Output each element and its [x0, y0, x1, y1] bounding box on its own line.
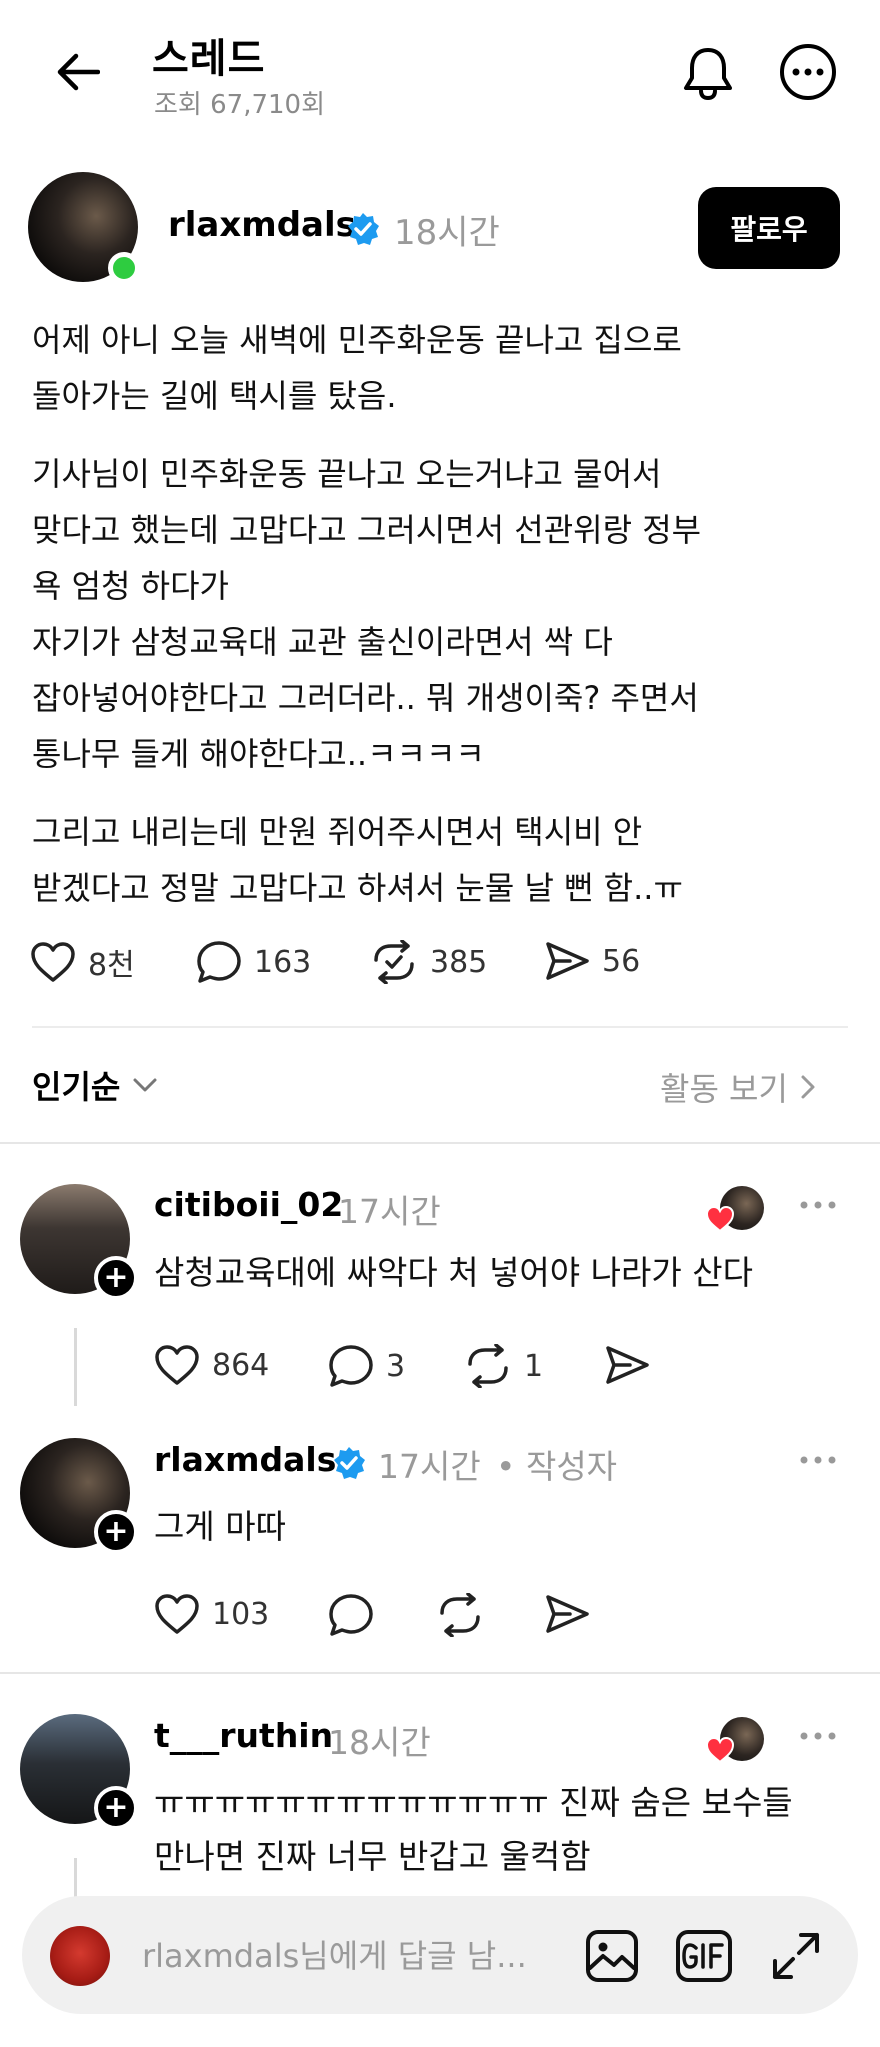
post-paragraph: 어제 아니 오늘 새벽에 민주화운동 끝나고 집으로 돌아가는 길에 택시를 탔… — [32, 321, 682, 415]
author-username[interactable]: rlaxmdals — [168, 205, 356, 245]
like-button[interactable]: 8천 — [30, 940, 135, 984]
send-icon — [546, 1595, 589, 1633]
repost-icon — [468, 1344, 508, 1388]
red-heart-icon — [706, 1737, 734, 1763]
follow-button[interactable]: 팔로우 — [698, 187, 840, 269]
follow-plus-button[interactable]: + — [94, 1786, 138, 1830]
view-count: 조회 67,710회 — [154, 90, 325, 120]
comment-bubble-icon — [329, 1594, 373, 1636]
view-activity-link[interactable]: 활동 보기 — [660, 1064, 816, 1110]
share-button[interactable]: 56 — [544, 940, 640, 982]
send-icon — [606, 1346, 649, 1384]
comment-time: 17시간 — [378, 1447, 481, 1486]
repost-count: 1 — [524, 1348, 544, 1384]
sort-dropdown[interactable]: 인기순 — [32, 1062, 158, 1108]
online-status-dot — [108, 252, 140, 284]
divider — [0, 1672, 880, 1674]
chevron-down-icon — [133, 1078, 157, 1092]
comment-more-button[interactable] — [788, 1440, 848, 1480]
repost-button[interactable] — [436, 1593, 496, 1637]
reply-count: 3 — [386, 1348, 406, 1384]
bell-icon — [684, 48, 732, 100]
share-button[interactable] — [544, 1593, 602, 1635]
follow-plus-button[interactable]: + — [94, 1256, 138, 1300]
repost-icon — [440, 1593, 480, 1637]
back-arrow-icon — [57, 53, 100, 91]
image-icon — [586, 1930, 638, 1982]
sort-label: 인기순 — [32, 1068, 121, 1106]
post-body: 어제 아니 오늘 새벽에 민주화운동 끝나고 집으로 돌아가는 길에 택시를 탔… — [32, 312, 832, 938]
plus-icon: + — [103, 1260, 129, 1295]
chevron-right-icon — [801, 1075, 815, 1099]
comment-username[interactable]: t___ruthin — [154, 1716, 333, 1755]
reply-input[interactable] — [142, 1928, 572, 1984]
reply-count: 163 — [254, 944, 312, 980]
view-activity-label: 활동 보기 — [660, 1070, 788, 1108]
heart-icon — [155, 1594, 199, 1634]
follow-plus-button[interactable]: + — [94, 1510, 138, 1554]
like-button[interactable]: 864 — [154, 1344, 269, 1386]
comment-time: 18시간 — [328, 1723, 431, 1762]
expand-button[interactable] — [764, 1924, 828, 1988]
notifications-button[interactable] — [676, 40, 740, 104]
post-paragraph: 그리고 내리는데 만원 쥐어주시면서 택시비 안 받겠다고 정말 고맙다고 하셔… — [32, 813, 683, 907]
comment-more-button[interactable] — [788, 1716, 848, 1756]
comment-bubble-icon — [329, 1345, 373, 1387]
verified-badge-icon — [334, 1447, 365, 1479]
send-icon — [546, 942, 589, 980]
comment-text: 삼청교육대에 싸악다 처 넣어야 나라가 산다 — [154, 1253, 753, 1292]
reply-button[interactable]: 3 — [328, 1344, 405, 1388]
author-tag: • 작성자 — [496, 1447, 618, 1486]
reply-button[interactable] — [328, 1593, 386, 1637]
plus-icon: + — [103, 1514, 129, 1549]
repost-button[interactable]: 385 — [370, 940, 487, 984]
reply-button[interactable]: 163 — [196, 940, 311, 984]
post-paragraph: 기사님이 민주화운동 끝나고 오는거냐고 물어서 맞다고 했는데 고맙다고 그러… — [32, 455, 702, 773]
comment-text: ㅠㅠㅠㅠㅠㅠㅠㅠㅠㅠㅠㅠㅠ 진짜 숨은 보수들 만나면 진짜 너무 반갑고 울컥… — [154, 1783, 793, 1876]
heart-icon — [155, 1345, 199, 1385]
comment-time: 17시간 — [338, 1192, 441, 1231]
gif-button[interactable] — [672, 1924, 736, 1988]
heart-icon — [31, 942, 75, 982]
repost-button[interactable]: 1 — [464, 1344, 543, 1388]
more-horizontal-icon — [800, 1732, 836, 1740]
post-time: 18시간 — [394, 213, 500, 253]
like-count: 8천 — [88, 948, 135, 983]
repost-count: 385 — [430, 944, 488, 980]
like-count: 103 — [212, 1596, 270, 1632]
red-heart-icon — [706, 1206, 734, 1232]
more-horizontal-icon — [800, 1201, 836, 1209]
expand-diagonal-icon — [773, 1933, 819, 1979]
verified-badge-icon — [348, 213, 379, 245]
comment-text: 그게 마따 — [154, 1507, 286, 1546]
more-horizontal-icon — [800, 1456, 836, 1464]
divider — [32, 1026, 848, 1028]
share-count: 56 — [602, 943, 641, 979]
more-options-button[interactable] — [776, 40, 840, 104]
back-button[interactable] — [44, 44, 112, 100]
comment-bubble-icon — [197, 941, 241, 983]
plus-icon: + — [103, 1790, 129, 1825]
repost-check-icon — [374, 940, 414, 984]
more-circle-icon — [780, 44, 836, 100]
share-button[interactable] — [604, 1344, 662, 1386]
like-count: 864 — [212, 1347, 270, 1383]
gif-icon — [676, 1930, 732, 1982]
divider — [0, 1142, 880, 1144]
page-title: 스레드 — [152, 36, 266, 82]
comment-username[interactable]: citiboii_02 — [154, 1185, 343, 1224]
thread-line — [74, 1858, 77, 1898]
attach-image-button[interactable] — [580, 1924, 644, 1988]
my-avatar — [50, 1926, 110, 1986]
like-button[interactable]: 103 — [154, 1593, 269, 1635]
comment-username[interactable]: rlaxmdals — [154, 1440, 336, 1479]
thread-line — [74, 1328, 77, 1406]
comment-more-button[interactable] — [788, 1185, 848, 1225]
